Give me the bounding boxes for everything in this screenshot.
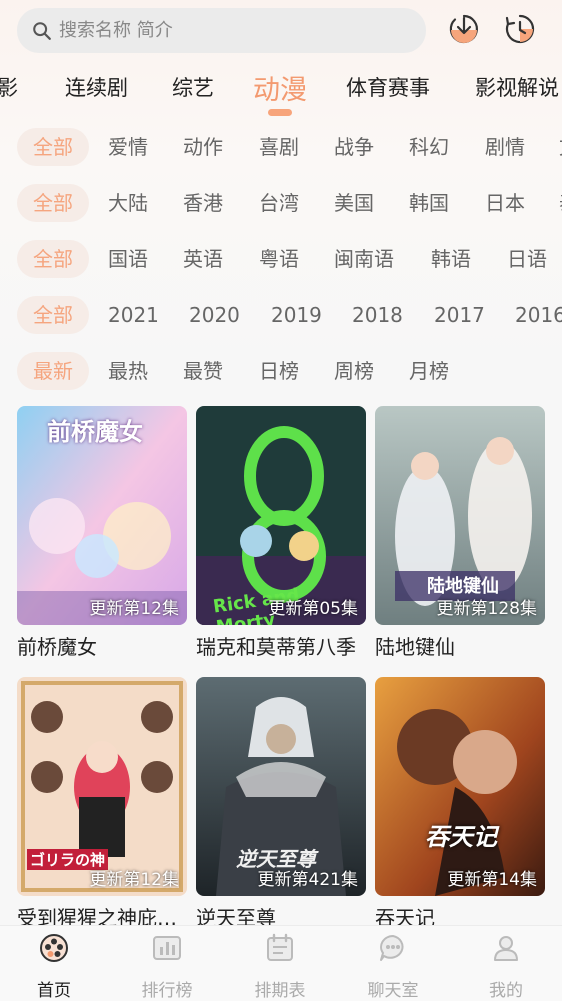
filter-year-2016[interactable]: 2016 bbox=[515, 296, 562, 334]
filter-language-japanese[interactable]: 日语 bbox=[507, 240, 547, 278]
search-input[interactable] bbox=[59, 20, 399, 41]
card-title: 前桥魔女 bbox=[17, 635, 97, 659]
episode-badge: 更新第12集 bbox=[89, 870, 179, 890]
region-filter-row: 全部 大陆 香港 台湾 美国 韩国 日本 泰 bbox=[0, 184, 562, 222]
filter-language-mandarin[interactable]: 国语 bbox=[108, 240, 148, 278]
filter-year-2019[interactable]: 2019 bbox=[271, 296, 322, 334]
tab-anime[interactable]: 动漫 bbox=[253, 68, 307, 107]
poster-image: ゴリラの神 更新第12集 bbox=[17, 677, 187, 896]
filter-language-minnan[interactable]: 闽南语 bbox=[334, 240, 394, 278]
filter-year-all[interactable]: 全部 bbox=[17, 296, 89, 334]
nav-label: 排期表 bbox=[254, 981, 306, 1001]
tab-commentary[interactable]: 影视解说 bbox=[475, 72, 559, 102]
filter-sort-weekly[interactable]: 周榜 bbox=[334, 352, 374, 390]
episode-badge: 更新第14集 bbox=[447, 870, 537, 890]
sort-filter-row: 最新 最热 最赞 日榜 周榜 月榜 bbox=[0, 352, 562, 390]
language-filter-row: 全部 国语 英语 粤语 闽南语 韩语 日语 bbox=[0, 240, 562, 278]
video-card[interactable]: Rick and Morty 更新第05集 瑞克和莫蒂第八季 bbox=[196, 406, 366, 660]
poster-logo-text: 前桥魔女 bbox=[47, 418, 143, 446]
filter-region-mainland[interactable]: 大陆 bbox=[108, 184, 148, 222]
filter-year-2020[interactable]: 2020 bbox=[189, 296, 240, 334]
poster-logo-text: 吞天记 bbox=[425, 823, 497, 851]
active-tab-indicator bbox=[268, 109, 292, 116]
category-tabs: 影 连续剧 综艺 动漫 体育赛事 影视解说 bbox=[0, 62, 562, 122]
filter-genre-comedy[interactable]: 喜剧 bbox=[259, 128, 299, 166]
episode-badge: 更新第128集 bbox=[436, 599, 537, 619]
tab-sports[interactable]: 体育赛事 bbox=[346, 72, 430, 102]
filter-region-all[interactable]: 全部 bbox=[17, 184, 89, 222]
tab-variety[interactable]: 综艺 bbox=[172, 72, 214, 102]
ranking-chart-icon bbox=[153, 936, 181, 960]
filter-sort-monthly[interactable]: 月榜 bbox=[409, 352, 449, 390]
episode-badge: 更新第421集 bbox=[257, 870, 358, 890]
filter-language-cantonese[interactable]: 粤语 bbox=[259, 240, 299, 278]
bottom-navigation: 首页 排行榜 排期表 聊天室 我的 bbox=[0, 925, 562, 1001]
filter-genre-war[interactable]: 战争 bbox=[334, 128, 374, 166]
filter-region-taiwan[interactable]: 台湾 bbox=[259, 184, 299, 222]
nav-profile[interactable]: 我的 bbox=[461, 932, 551, 1001]
poster-image: 吞天记 更新第14集 bbox=[375, 677, 545, 896]
filter-sort-most-liked[interactable]: 最赞 bbox=[183, 352, 223, 390]
tab-series[interactable]: 连续剧 bbox=[65, 72, 128, 102]
episode-badge: 更新第12集 bbox=[89, 599, 179, 619]
nav-schedule[interactable]: 排期表 bbox=[235, 932, 325, 1001]
download-icon[interactable] bbox=[447, 12, 481, 46]
filter-language-english[interactable]: 英语 bbox=[183, 240, 223, 278]
filter-genre-drama[interactable]: 剧情 bbox=[485, 128, 525, 166]
filter-language-korean[interactable]: 韩语 bbox=[431, 240, 471, 278]
card-title: 陆地键仙 bbox=[375, 635, 455, 659]
filter-region-japan[interactable]: 日本 bbox=[485, 184, 525, 222]
filter-genre-action[interactable]: 动作 bbox=[183, 128, 223, 166]
filter-year-2018[interactable]: 2018 bbox=[352, 296, 403, 334]
year-filter-row: 全部 2021 2020 2019 2018 2017 2016 bbox=[0, 296, 562, 334]
card-title: 瑞克和莫蒂第八季 bbox=[196, 635, 356, 659]
search-icon bbox=[33, 21, 51, 40]
filter-region-usa[interactable]: 美国 bbox=[334, 184, 374, 222]
poster-image: 陆地键仙 更新第128集 bbox=[375, 406, 545, 625]
video-card[interactable]: 陆地键仙 更新第128集 陆地键仙 bbox=[375, 406, 545, 660]
filter-genre-scifi[interactable]: 科幻 bbox=[409, 128, 449, 166]
episode-badge: 更新第05集 bbox=[268, 599, 358, 619]
history-icon[interactable] bbox=[503, 12, 537, 46]
filter-sort-daily[interactable]: 日榜 bbox=[259, 352, 299, 390]
tab-movie[interactable]: 影 bbox=[0, 72, 18, 102]
nav-label: 聊天室 bbox=[367, 981, 419, 1001]
nav-ranking[interactable]: 排行榜 bbox=[122, 932, 212, 1001]
filter-genre-romance[interactable]: 爱情 bbox=[108, 128, 148, 166]
home-film-reel-icon bbox=[40, 934, 68, 962]
filter-year-2021[interactable]: 2021 bbox=[108, 296, 159, 334]
filter-region-hongkong[interactable]: 香港 bbox=[183, 184, 223, 222]
filter-year-2017[interactable]: 2017 bbox=[434, 296, 485, 334]
chat-room-icon bbox=[380, 935, 404, 961]
nav-label: 排行榜 bbox=[141, 981, 193, 1001]
filter-sort-hottest[interactable]: 最热 bbox=[108, 352, 148, 390]
search-bar[interactable] bbox=[17, 8, 426, 53]
video-card[interactable]: 前桥魔女 更新第12集 前桥魔女 bbox=[17, 406, 187, 660]
nav-chat-room[interactable]: 聊天室 bbox=[348, 932, 438, 1001]
schedule-calendar-icon bbox=[267, 933, 293, 961]
poster-image: Rick and Morty 更新第05集 bbox=[196, 406, 366, 625]
nav-home[interactable]: 首页 bbox=[9, 932, 99, 1001]
genre-filter-row: 全部 爱情 动作 喜剧 战争 科幻 剧情 文 bbox=[0, 128, 562, 166]
header bbox=[0, 0, 562, 62]
filter-genre-all[interactable]: 全部 bbox=[17, 128, 89, 166]
video-card[interactable]: 逆天至尊 更新第421集 逆天至尊 bbox=[196, 677, 366, 931]
filter-language-all[interactable]: 全部 bbox=[17, 240, 89, 278]
nav-label: 我的 bbox=[489, 981, 523, 1001]
video-card[interactable]: 吞天记 更新第14集 吞天记 bbox=[375, 677, 545, 931]
nav-label: 首页 bbox=[37, 981, 71, 1001]
poster-image: 逆天至尊 更新第421集 bbox=[196, 677, 366, 896]
video-card[interactable]: ゴリラの神 更新第12集 受到猩猩之神庇护的男人 bbox=[17, 677, 187, 931]
filter-sort-latest[interactable]: 最新 bbox=[17, 352, 89, 390]
poster-image: 前桥魔女 更新第12集 bbox=[17, 406, 187, 625]
filter-region-korea[interactable]: 韩国 bbox=[409, 184, 449, 222]
profile-icon bbox=[494, 936, 518, 961]
